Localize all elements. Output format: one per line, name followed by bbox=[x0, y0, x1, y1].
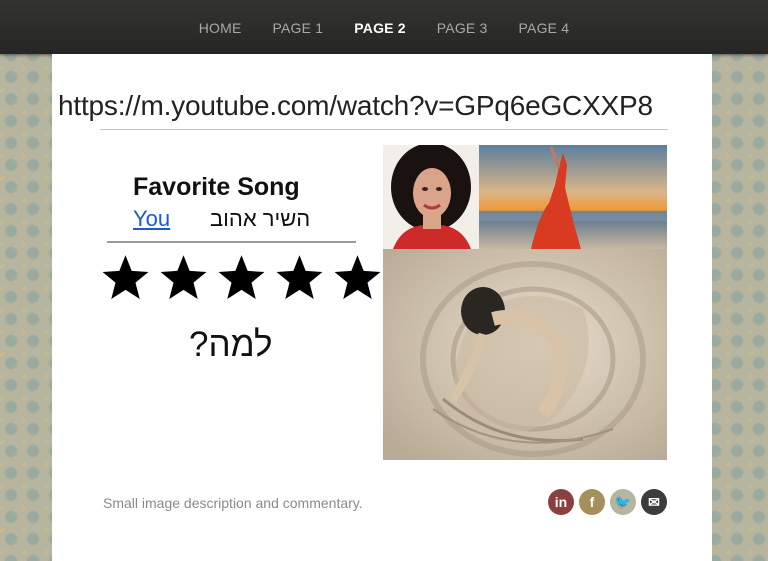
star-rating bbox=[100, 252, 383, 303]
song-title: Favorite Song bbox=[133, 173, 300, 201]
nav-page-2[interactable]: PAGE 2 bbox=[354, 18, 406, 36]
star-icon bbox=[102, 255, 149, 299]
dancer-artwork-image bbox=[383, 249, 667, 460]
social-links: in f 🐦 ✉ bbox=[548, 489, 667, 515]
url-divider bbox=[100, 129, 668, 130]
top-navbar: HOME PAGE 1 PAGE 2 PAGE 3 PAGE 4 bbox=[0, 0, 768, 54]
song-link[interactable]: You bbox=[133, 206, 170, 232]
content-panel: https://m.youtube.com/watch?v=GPq6eGCXXP… bbox=[52, 54, 712, 561]
star-icon bbox=[218, 255, 265, 299]
nav-page-1[interactable]: PAGE 1 bbox=[273, 18, 324, 36]
facebook-icon[interactable]: f bbox=[579, 489, 605, 515]
star-icon bbox=[334, 255, 381, 299]
linkedin-icon[interactable]: in bbox=[548, 489, 574, 515]
song-divider bbox=[107, 241, 356, 243]
twitter-icon[interactable]: 🐦 bbox=[610, 489, 636, 515]
song-hebrew-text: השיר אהוב bbox=[210, 206, 311, 231]
nav-page-3[interactable]: PAGE 3 bbox=[437, 18, 488, 36]
star-icon bbox=[160, 255, 207, 299]
image-caption: Small image description and commentary. bbox=[103, 495, 363, 511]
nav-page-4[interactable]: PAGE 4 bbox=[519, 18, 570, 36]
beach-dancer-image bbox=[479, 145, 667, 249]
question-text: למה? bbox=[189, 325, 273, 364]
email-icon[interactable]: ✉ bbox=[641, 489, 667, 515]
portrait-image bbox=[383, 145, 479, 249]
video-url[interactable]: https://m.youtube.com/watch?v=GPq6eGCXXP… bbox=[58, 90, 718, 122]
star-icon bbox=[276, 255, 323, 299]
nav-home[interactable]: HOME bbox=[199, 18, 242, 36]
